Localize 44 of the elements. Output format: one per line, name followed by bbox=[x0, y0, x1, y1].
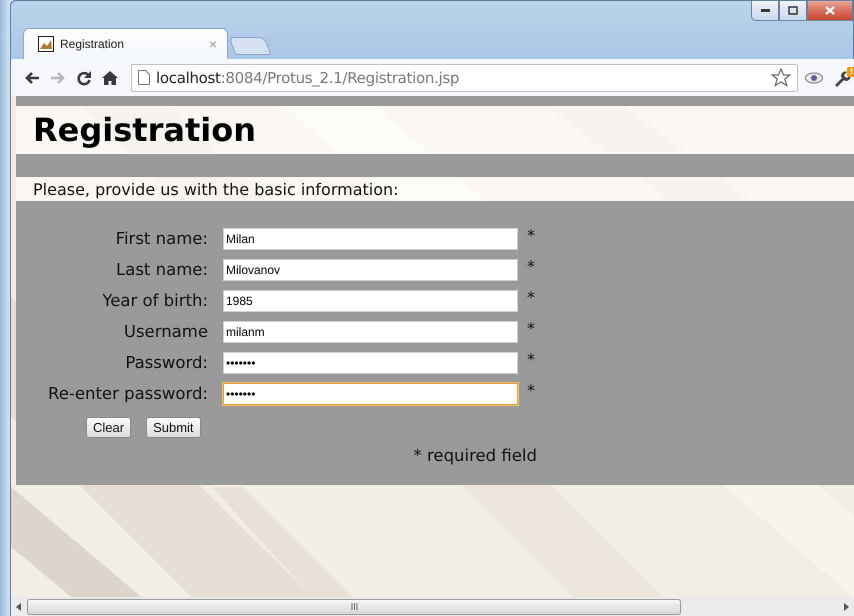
required-marker: * bbox=[527, 290, 536, 306]
input-field[interactable]: ••••••• bbox=[223, 383, 518, 405]
minimize-icon bbox=[760, 9, 770, 12]
field-label: Username bbox=[122, 321, 208, 343]
scroll-left-icon[interactable] bbox=[15, 602, 23, 610]
field-label: First name: bbox=[114, 228, 208, 250]
maximize-button[interactable] bbox=[779, 1, 807, 21]
input-field[interactable]: 1985 bbox=[223, 290, 518, 312]
input-field[interactable]: Milovanov bbox=[223, 259, 518, 281]
url-text: localhost:8084/Protus_2.1/Registration.jsp bbox=[156, 68, 460, 86]
required-marker: * bbox=[527, 383, 536, 399]
scroll-thumb[interactable] bbox=[27, 598, 681, 614]
horizontal-scrollbar[interactable] bbox=[10, 597, 854, 616]
required-note: * required field bbox=[414, 446, 537, 465]
close-button[interactable] bbox=[807, 1, 853, 21]
close-icon bbox=[825, 6, 835, 15]
back-arrow-icon bbox=[24, 70, 40, 84]
maximize-icon bbox=[788, 6, 798, 15]
page-title: Registration bbox=[33, 111, 256, 149]
field-label: Year of birth: bbox=[101, 290, 208, 312]
intro-text: Please, provide us with the basic information: bbox=[33, 180, 399, 198]
required-marker: * bbox=[527, 352, 536, 368]
field-label: Password: bbox=[124, 352, 208, 374]
required-marker: * bbox=[527, 228, 536, 244]
minimize-button[interactable] bbox=[751, 1, 779, 21]
field-label: Re-enter password: bbox=[47, 383, 208, 405]
home-icon bbox=[102, 70, 118, 86]
star-icon[interactable] bbox=[771, 68, 791, 87]
forward-arrow-icon bbox=[50, 70, 66, 84]
page-icon bbox=[138, 70, 150, 85]
browser-tab[interactable]: Registration × bbox=[23, 28, 228, 59]
input-field[interactable]: Milan bbox=[223, 228, 518, 250]
input-field[interactable]: milanm bbox=[223, 321, 518, 343]
input-field[interactable]: ••••••• bbox=[223, 352, 518, 374]
required-marker: * bbox=[527, 321, 536, 337]
submit-button[interactable]: Submit bbox=[146, 417, 201, 438]
reload-icon bbox=[76, 70, 92, 86]
eye-icon[interactable] bbox=[805, 72, 823, 84]
required-marker: * bbox=[527, 259, 536, 275]
address-bar[interactable]: localhost:8084/Protus_2.1/Registration.jsp bbox=[131, 64, 798, 92]
scroll-right-icon[interactable] bbox=[842, 602, 850, 610]
favicon-icon bbox=[38, 36, 54, 52]
field-label: Last name: bbox=[115, 259, 208, 281]
clear-button[interactable]: Clear bbox=[86, 417, 132, 438]
